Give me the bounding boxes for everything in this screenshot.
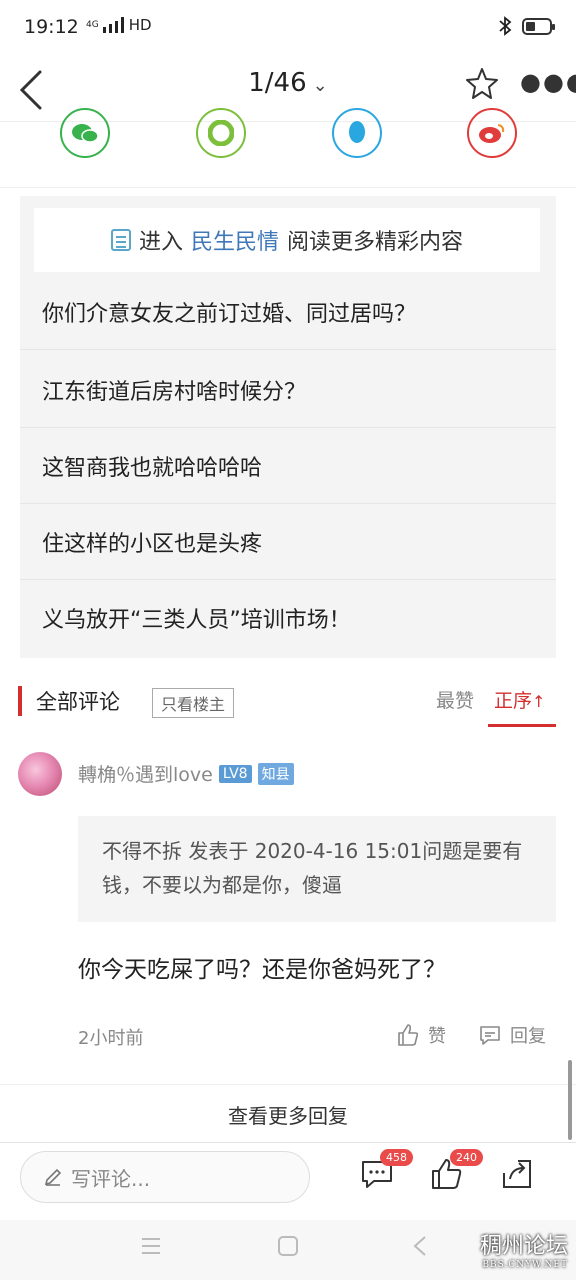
comment-count-badge: 458 — [380, 1149, 413, 1166]
back-icon[interactable] — [410, 1234, 430, 1258]
comments-title: 全部评论 — [36, 690, 120, 714]
bluetooth-icon — [499, 16, 512, 36]
moments-icon[interactable] — [196, 108, 246, 158]
like-count-badge: 240 — [450, 1149, 483, 1166]
view-more-replies[interactable]: 查看更多回复 — [0, 1084, 576, 1142]
only-host-button[interactable]: 只看楼主 — [152, 688, 235, 718]
rank-badge: 知县 — [257, 762, 294, 785]
quoted-post: 不得不拆 发表于 2020-4-16 15:01问题是要有钱，不要以为都是你，傻… — [78, 816, 556, 922]
banner-prefix: 进入 — [138, 230, 183, 255]
banner-section-link[interactable]: 民生民情 — [191, 224, 279, 256]
comment-text: 你今天吃屎了吗？还是你爸妈死了？ — [78, 957, 446, 983]
favorite-star-icon[interactable] — [464, 66, 500, 102]
related-post-item[interactable]: 你们介意女友之前订过婚、同过居吗？ — [20, 274, 556, 350]
username: 轉桷％遇到love — [78, 764, 213, 786]
share-icon — [503, 1160, 531, 1188]
comments-header: 全部评论 只看楼主 最赞 正序↑ — [0, 676, 576, 728]
banner-suffix: 阅读更多精彩内容 — [287, 230, 464, 255]
signal-bars-icon — [102, 17, 124, 33]
battery-icon — [522, 17, 555, 35]
share-button[interactable] — [500, 1157, 536, 1193]
status-bar: 19:12 4G HD — [0, 0, 576, 58]
section-banner[interactable]: 进入 民生民情 阅读更多精彩内容 — [34, 208, 540, 272]
more-options-icon[interactable]: ●●● — [520, 68, 576, 96]
like-count-button[interactable]: 240 — [430, 1149, 483, 1193]
comments-count-button[interactable]: 458 — [360, 1149, 413, 1193]
sort-best-tab[interactable]: 最赞 — [436, 686, 474, 713]
watermark-url: BBS.CNYW.NET — [482, 1260, 568, 1270]
reply-button[interactable]: 回复 — [478, 1022, 546, 1048]
thumbs-up-icon — [398, 1024, 419, 1046]
active-tab-underline — [488, 724, 556, 727]
comment-placeholder: 写评论... — [71, 1166, 151, 1191]
comment-input[interactable]: 写评论... — [20, 1151, 310, 1203]
related-post-item[interactable]: 这智商我也就哈哈哈哈 — [20, 428, 556, 504]
sort-order-tab[interactable]: 正序↑ — [494, 686, 545, 713]
like-button[interactable]: 赞 — [396, 1022, 446, 1048]
reply-label: 回复 — [510, 1026, 546, 1047]
related-post-item[interactable]: 住这样的小区也是头疼 — [20, 504, 556, 580]
bottom-action-bar: 写评论... 458 240 — [0, 1142, 576, 1220]
section-accent-bar — [18, 686, 22, 716]
level-badge: LV8 — [218, 764, 252, 783]
signal-indicator: 4G HD — [86, 16, 152, 34]
reply-bubble-icon — [480, 1026, 500, 1045]
document-icon — [110, 229, 131, 251]
wechat-icon[interactable] — [60, 108, 110, 158]
menu-icon[interactable] — [140, 1236, 162, 1256]
chevron-down-icon: ⌄ — [312, 75, 328, 96]
avatar[interactable] — [18, 752, 62, 796]
pencil-icon — [44, 1168, 62, 1186]
sort-order-label: 正序 — [494, 690, 533, 712]
status-time: 19:12 — [24, 16, 79, 38]
comment-author[interactable]: 轉桷％遇到love LV8 知县 — [78, 760, 294, 787]
sort-arrow-icon: ↑ — [532, 692, 546, 711]
home-icon[interactable] — [277, 1235, 299, 1257]
related-post-item[interactable]: 义乌放开“三类人员”培训市场！ — [20, 580, 556, 656]
comment-time: 2小时前 — [78, 1028, 144, 1049]
network-type: 4G — [86, 20, 99, 30]
page-number: 1/46 — [248, 68, 307, 98]
status-right — [498, 16, 555, 36]
related-posts-panel: 进入 民生民情 阅读更多精彩内容 你们介意女友之前订过婚、同过居吗？ 江东街道后… — [20, 196, 556, 658]
hd-indicator: HD — [128, 16, 152, 34]
watermark-title: 稠州论坛 — [479, 1234, 568, 1259]
share-row — [0, 108, 576, 188]
scroll-indicator — [568, 1060, 572, 1140]
forum-watermark: 稠州论坛 BBS.CNYW.NET — [480, 1228, 568, 1270]
qq-icon[interactable] — [332, 108, 382, 158]
related-post-item[interactable]: 江东街道后房村啥时候分？ — [20, 352, 556, 428]
like-label: 赞 — [428, 1026, 446, 1047]
weibo-icon[interactable] — [467, 108, 517, 158]
